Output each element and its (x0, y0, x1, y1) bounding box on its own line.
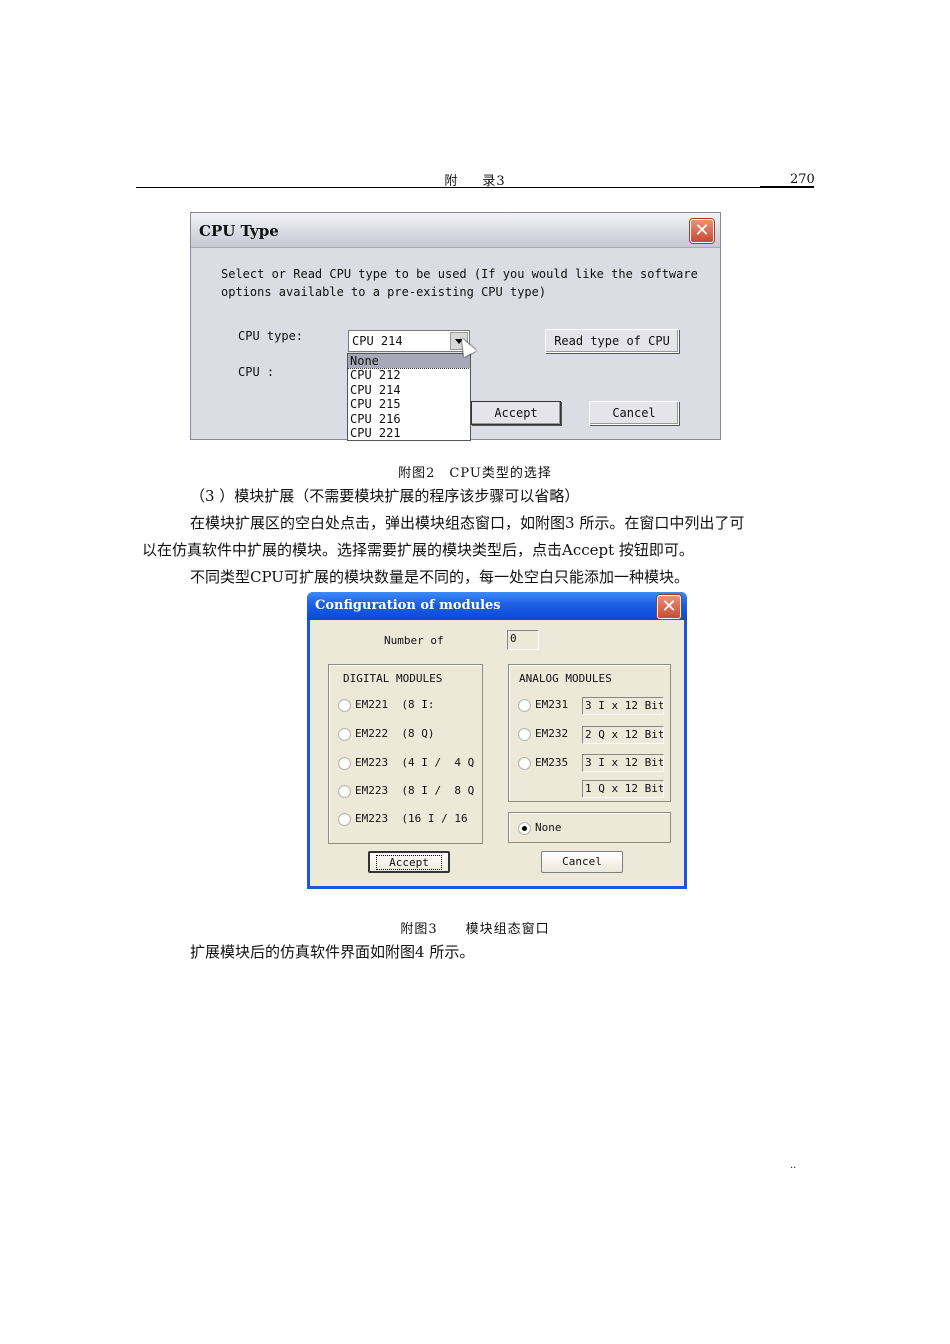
digital-modules-group: DIGITAL MODULES EM221 (8 I: EM222 (8 Q) … (328, 664, 483, 844)
dropdown-option[interactable]: None (348, 354, 470, 370)
analog-modules-group: ANALOG MODULES EM231 3 I x 12 Bit EM232 … (508, 664, 671, 802)
dropdown-option[interactable]: CPU 215 (348, 397, 470, 411)
dropdown-option[interactable]: CPU 214 (348, 383, 470, 397)
close-icon[interactable]: ✕ (657, 595, 681, 619)
cpu-label: CPU : (238, 365, 275, 379)
none-group: None (508, 812, 671, 843)
radio-em232[interactable] (518, 728, 531, 741)
description-line: Select or Read CPU type to be used (If y… (221, 267, 698, 281)
radio-label: EM235 (535, 756, 569, 769)
radio-label: EM223 (8 I / 8 Q (355, 784, 475, 797)
paragraph: 在模块扩展区的空白处点击，弹出模块组态窗口，如附图3 所示。在窗口中列出了可 (190, 514, 745, 532)
dropdown-option[interactable]: CPU 221 (348, 426, 470, 440)
number-of-label: Number of (384, 634, 444, 647)
radio-label: EM232 (535, 727, 569, 740)
group-title: DIGITAL MODULES (343, 672, 443, 685)
number-of-input[interactable]: 0 (507, 630, 539, 650)
radio-label: EM223 (16 I / 16 (355, 812, 468, 825)
radio-label: EM222 (8 Q) (355, 727, 435, 740)
radio-em223-16[interactable] (338, 813, 351, 826)
analog-field[interactable]: 2 Q x 12 Bit (582, 726, 664, 744)
dropdown-option[interactable]: CPU 212 (348, 368, 470, 382)
accept-button-label: Accept (376, 855, 442, 870)
dialog-client: Number of 0 DIGITAL MODULES EM221 (8 I: … (310, 620, 684, 886)
radio-label: EM223 (4 I / 4 Q (355, 756, 475, 769)
radio-none[interactable] (518, 822, 531, 835)
radio-em231[interactable] (518, 699, 531, 712)
radio-em222[interactable] (338, 728, 351, 741)
description-line: options available to a pre-existing CPU … (221, 285, 547, 299)
footer-marks: .. (790, 1160, 797, 1171)
accept-button[interactable]: Accept (368, 851, 450, 873)
figure-caption-2: 附图2 CPU类型的选择 (398, 466, 552, 481)
radio-em235[interactable] (518, 757, 531, 770)
radio-em223-8[interactable] (338, 785, 351, 798)
cancel-button[interactable]: Cancel (541, 851, 623, 873)
cpu-type-label: CPU type: (238, 329, 304, 343)
radio-em221[interactable] (338, 699, 351, 712)
radio-label: EM231 (535, 698, 569, 711)
analog-field[interactable]: 3 I x 12 Bit (582, 697, 664, 715)
read-cpu-type-button[interactable]: Read type of CPU (545, 329, 679, 353)
analog-field[interactable]: 3 I x 12 Bit (582, 754, 664, 772)
cpu-type-select[interactable]: CPU 214 (348, 330, 470, 352)
paragraph: 以在仿真软件中扩展的模块。选择需要扩展的模块类型后，点击Accept 按钮即可。 (142, 541, 694, 559)
page-number: 270 (790, 172, 815, 187)
paragraph: 不同类型CPU可扩展的模块数量是不同的，每一处空白只能添加一种模块。 (190, 568, 689, 586)
radio-em223-4[interactable] (338, 757, 351, 770)
dialog-title-bar: Configuration of modules ✕ (307, 592, 687, 620)
radio-label: EM221 (8 I: (355, 698, 435, 711)
accept-button[interactable]: Accept (471, 401, 561, 425)
figure-caption-3: 附图3 模块组态窗口 (400, 922, 550, 937)
header-rule (136, 187, 814, 188)
dropdown-option[interactable]: CPU 216 (348, 412, 470, 426)
configuration-dialog: Configuration of modules ✕ Number of 0 D… (307, 592, 687, 889)
header-rule-thick (760, 186, 814, 188)
radio-label: None (535, 821, 562, 834)
dialog-title-bar: CPU Type ✕ (191, 213, 720, 248)
analog-field[interactable]: 1 Q x 12 Bit (582, 780, 664, 798)
group-title: ANALOG MODULES (519, 672, 612, 685)
paragraph: 扩展模块后的仿真软件界面如附图4 所示。 (190, 943, 475, 961)
cpu-type-dropdown-list: None CPU 212 CPU 214 CPU 215 CPU 216 CPU… (347, 353, 471, 441)
dialog-description: Select or Read CPU type to be used (If y… (221, 265, 698, 301)
close-icon[interactable]: ✕ (690, 219, 714, 243)
cancel-button[interactable]: Cancel (589, 401, 679, 425)
cpu-type-value: CPU 214 (352, 334, 403, 348)
paragraph-heading: （3 ）模块扩展（不需要模块扩展的程序该步骤可以省略） (190, 487, 580, 505)
cpu-type-dialog: CPU Type ✕ Select or Read CPU type to be… (190, 212, 721, 441)
dialog-title: Configuration of modules (315, 598, 501, 613)
dialog-title: CPU Type (199, 222, 279, 240)
